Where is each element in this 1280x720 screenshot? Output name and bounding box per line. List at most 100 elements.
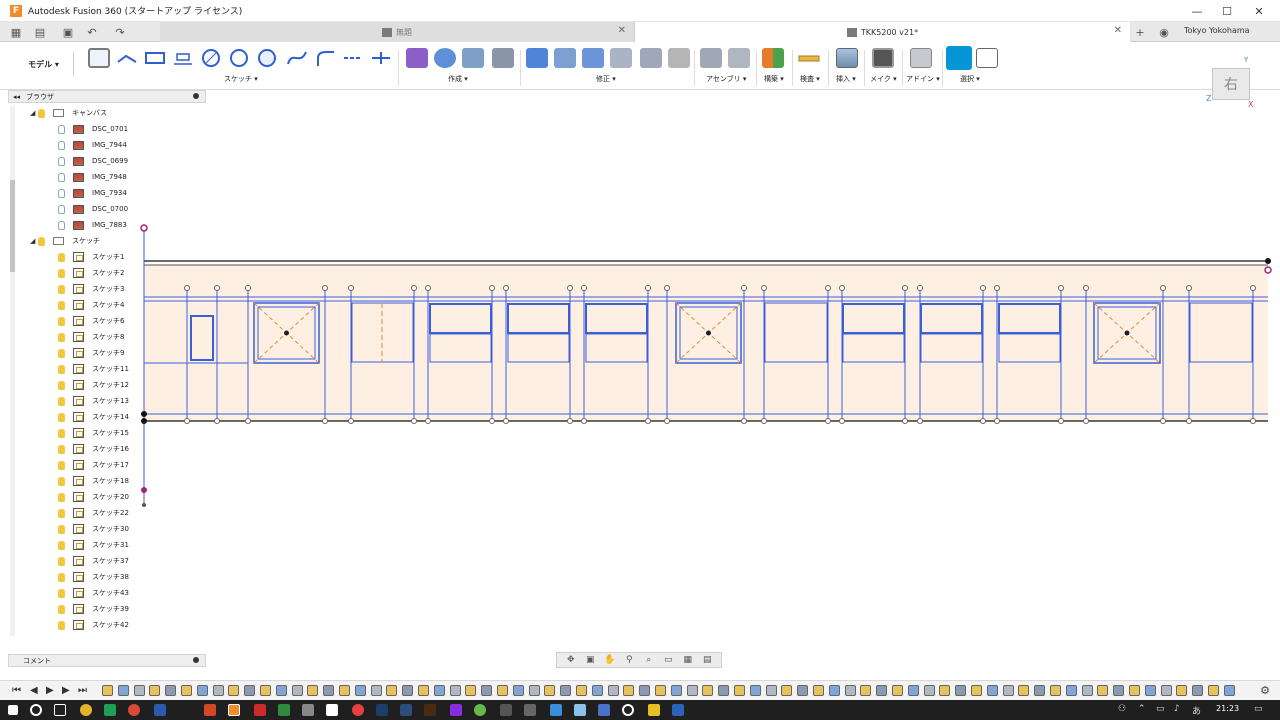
- timeline-feature-icon[interactable]: [876, 685, 888, 696]
- ellipse-icon[interactable]: [256, 48, 278, 68]
- timeline-feature-icon[interactable]: [607, 685, 619, 696]
- app-gray-icon[interactable]: [302, 704, 314, 716]
- browser-item-sketch[interactable]: スケッチ22: [58, 506, 129, 520]
- timeline-feature-icon[interactable]: [1176, 685, 1188, 696]
- extrude-icon[interactable]: [492, 48, 514, 68]
- visibility-bulb-icon[interactable]: [58, 508, 65, 518]
- go-to-start-icon[interactable]: ⏮: [12, 685, 21, 696]
- app-camera-icon[interactable]: [524, 704, 536, 716]
- insert-group-label[interactable]: 挿入 ▾: [836, 74, 856, 84]
- app-red-icon[interactable]: [352, 704, 364, 716]
- app-circle-icon[interactable]: [622, 704, 634, 716]
- design-canvas[interactable]: [0, 0, 1280, 720]
- file-menu-icon[interactable]: ▤: [32, 24, 48, 40]
- close-icon[interactable]: ✕: [1244, 0, 1274, 22]
- timeline-feature-icon[interactable]: [718, 685, 730, 696]
- timeline-feature-icon[interactable]: [1050, 685, 1061, 696]
- app-yellow-icon[interactable]: [648, 704, 660, 716]
- timeline-feature-icon[interactable]: [860, 685, 872, 696]
- step-forward-icon[interactable]: ▶: [62, 685, 70, 696]
- line-icon[interactable]: [116, 48, 138, 68]
- app-green-icon[interactable]: [278, 704, 290, 716]
- timeline-feature-icon[interactable]: [196, 685, 208, 696]
- visibility-bulb-icon[interactable]: [58, 412, 65, 422]
- browser-item-sketch[interactable]: スケッチ11: [58, 362, 129, 376]
- timeline-feature-icon[interactable]: [639, 685, 651, 696]
- tab-untitled[interactable]: 無題 ✕: [160, 22, 634, 42]
- browser-item-sketch[interactable]: スケッチ2: [58, 266, 124, 280]
- visibility-bulb-icon[interactable]: [38, 108, 45, 118]
- workspace-switcher[interactable]: モデル ▾: [14, 52, 74, 76]
- go-to-end-icon[interactable]: ⏭: [78, 685, 87, 696]
- browser-item-sketch[interactable]: スケッチ39: [58, 602, 129, 616]
- notifications-icon[interactable]: ▭: [1254, 704, 1263, 714]
- timeline-feature-icon[interactable]: [117, 685, 129, 696]
- shell-icon[interactable]: [610, 48, 632, 68]
- collapse-icon[interactable]: ◂◂: [13, 93, 20, 101]
- timeline-feature-icon[interactable]: [497, 685, 508, 696]
- form-icon[interactable]: [406, 48, 428, 68]
- app-light-blue-icon[interactable]: [574, 704, 586, 716]
- browser-item-sketch[interactable]: スケッチ8: [58, 330, 124, 344]
- timeline-feature-icon[interactable]: [734, 685, 745, 696]
- assembly-group-label[interactable]: アセンブリ ▾: [706, 74, 746, 84]
- timeline-feature-icon[interactable]: [1097, 685, 1109, 696]
- modify-group-label[interactable]: 修正 ▾: [596, 74, 616, 84]
- visibility-bulb-icon[interactable]: [58, 220, 65, 230]
- insert-canvas-icon[interactable]: [836, 48, 858, 68]
- volume-icon[interactable]: ♪: [1174, 704, 1180, 714]
- browser-item-canvas[interactable]: IMG_7883: [58, 218, 127, 232]
- tab-tkk5200[interactable]: TKK5200 v21* ✕: [634, 22, 1130, 42]
- minimize-icon[interactable]: —: [1182, 0, 1212, 22]
- timeline-feature-icon[interactable]: [1034, 685, 1046, 696]
- combine-icon[interactable]: [640, 48, 662, 68]
- fusion-taskbar-icon[interactable]: [228, 704, 240, 716]
- timeline-feature-icon[interactable]: [244, 685, 256, 696]
- browser-item-sketch[interactable]: スケッチ6: [58, 314, 124, 328]
- new-tab-icon[interactable]: +: [1132, 24, 1148, 40]
- timeline-feature-icon[interactable]: [591, 685, 603, 696]
- fillet-sketch-icon[interactable]: [314, 48, 336, 68]
- visibility-bulb-icon[interactable]: [58, 300, 65, 310]
- offset-icon[interactable]: [172, 48, 194, 68]
- timeline-feature-icon[interactable]: [418, 685, 429, 696]
- browser-item-sketch[interactable]: スケッチ13: [58, 394, 129, 408]
- visibility-bulb-icon[interactable]: [58, 476, 65, 486]
- app-purple-icon[interactable]: [450, 704, 462, 716]
- timeline-feature-icon[interactable]: [813, 685, 824, 696]
- browser-item-sketch[interactable]: スケッチ17: [58, 458, 129, 472]
- word-icon[interactable]: [154, 704, 166, 716]
- timeline-feature-icon[interactable]: [828, 685, 840, 696]
- browser-item-sketch[interactable]: スケッチ3: [58, 282, 124, 296]
- apps-grid-icon[interactable]: ▦: [8, 24, 24, 40]
- 3d-print-icon[interactable]: [872, 48, 894, 68]
- visibility-bulb-icon[interactable]: [58, 140, 65, 150]
- joint-icon[interactable]: [728, 48, 750, 68]
- create-group-label[interactable]: 作成 ▾: [448, 74, 468, 84]
- tab-close-icon[interactable]: ✕: [1114, 25, 1122, 36]
- timeline-feature-icon[interactable]: [228, 685, 240, 696]
- mirror-icon[interactable]: [462, 48, 484, 68]
- press-pull-icon[interactable]: [526, 48, 548, 68]
- timeline-feature-icon[interactable]: [765, 685, 777, 696]
- undo-icon[interactable]: ↶: [84, 24, 100, 40]
- timeline-feature-icon[interactable]: [939, 685, 951, 696]
- timeline-feature-icon[interactable]: [655, 685, 666, 696]
- step-back-icon[interactable]: ◀: [30, 685, 38, 696]
- visibility-bulb-icon[interactable]: [58, 332, 65, 342]
- visibility-bulb-icon[interactable]: [58, 172, 65, 182]
- people-icon[interactable]: ⚇: [1118, 704, 1126, 714]
- timeline-feature-icon[interactable]: [481, 685, 493, 696]
- visibility-bulb-icon[interactable]: [58, 188, 65, 198]
- sketch-group-label[interactable]: スケッチ ▾: [224, 74, 258, 84]
- addins-group-label[interactable]: アドイン ▾: [906, 74, 940, 84]
- photoshop-icon[interactable]: [376, 704, 388, 716]
- scrollbar-thumb[interactable]: [10, 180, 15, 272]
- visibility-bulb-icon[interactable]: [58, 268, 65, 278]
- timeline-feature-icon[interactable]: [923, 685, 935, 696]
- browser-item-sketch[interactable]: スケッチ31: [58, 538, 129, 552]
- fillet-icon[interactable]: [554, 48, 576, 68]
- display-settings-icon[interactable]: ▭: [662, 655, 674, 665]
- make-group-label[interactable]: メイク ▾: [870, 74, 897, 84]
- timeline-feature-icon[interactable]: [1065, 685, 1077, 696]
